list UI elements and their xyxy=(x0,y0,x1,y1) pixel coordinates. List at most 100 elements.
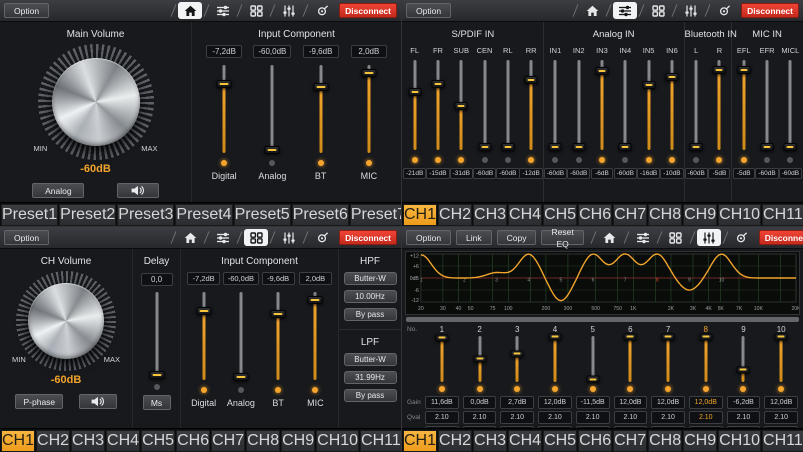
nav-mixer[interactable] xyxy=(211,229,235,246)
tab-ch5[interactable]: CH5 xyxy=(141,430,175,452)
eq-band-slider-6[interactable] xyxy=(623,336,637,382)
mixer-slider-fl[interactable] xyxy=(408,60,422,150)
slider-handle[interactable] xyxy=(233,373,248,381)
eq-qval-chip[interactable]: 2.10 xyxy=(463,411,497,424)
slider-handle[interactable] xyxy=(548,333,561,340)
tab-ch9[interactable]: CH9 xyxy=(281,430,315,452)
nav-home[interactable] xyxy=(178,229,202,246)
eq-gain-chip[interactable]: 12,0dB xyxy=(538,396,572,409)
input-slider-bt[interactable] xyxy=(314,65,328,153)
bt-value-chip[interactable]: -9,6dB xyxy=(303,45,339,58)
preset-preset1[interactable]: Preset1 xyxy=(1,204,58,226)
tab-ch5[interactable]: CH5 xyxy=(543,430,577,452)
tab-ch6[interactable]: CH6 xyxy=(578,204,612,226)
tab-ch8[interactable]: CH8 xyxy=(648,430,682,452)
slider-handle[interactable] xyxy=(473,355,486,362)
input-slider-mic[interactable] xyxy=(308,292,322,380)
option-button[interactable]: Option xyxy=(4,3,49,18)
eq-scrollbar[interactable] xyxy=(406,317,799,322)
delay-unit-button[interactable]: Ms xyxy=(143,395,171,410)
lpf-type-button[interactable]: Butter-W xyxy=(344,353,397,366)
slider-handle[interactable] xyxy=(665,73,678,81)
slider-handle[interactable] xyxy=(784,143,797,151)
mixer-slider-in4[interactable] xyxy=(618,60,632,150)
tab-ch4[interactable]: CH4 xyxy=(508,430,542,452)
slider-handle[interactable] xyxy=(408,88,421,96)
mixer-value-chip[interactable]: -60dB xyxy=(755,168,778,179)
mixer-slider-efl[interactable] xyxy=(737,60,751,150)
input-slider-bt[interactable] xyxy=(271,292,285,380)
slider-handle[interactable] xyxy=(624,333,637,340)
ch-volume-knob[interactable]: MIN MAX xyxy=(16,271,116,371)
nav-mixer[interactable] xyxy=(211,2,235,19)
tab-ch10[interactable]: CH10 xyxy=(316,430,359,452)
slider-handle[interactable] xyxy=(478,143,491,151)
lpf-freq-button[interactable]: 31.99Hz xyxy=(344,371,397,384)
nav-link[interactable] xyxy=(310,229,334,246)
eq-gain-chip[interactable]: -6,2dB xyxy=(727,396,761,409)
slider-handle[interactable] xyxy=(431,80,444,88)
eq-band-slider-9[interactable] xyxy=(736,336,750,382)
tab-ch9[interactable]: CH9 xyxy=(683,204,717,226)
tab-ch3[interactable]: CH3 xyxy=(71,430,105,452)
mic-value-chip[interactable]: 2,0dB xyxy=(351,45,387,58)
tab-ch1[interactable]: CH1 xyxy=(403,204,437,226)
slider-handle[interactable] xyxy=(149,371,164,379)
tab-ch11[interactable]: CH11 xyxy=(762,430,803,452)
tab-ch5[interactable]: CH5 xyxy=(543,204,577,226)
tab-ch4[interactable]: CH4 xyxy=(106,430,140,452)
eq-band-slider-7[interactable] xyxy=(661,336,675,382)
tab-ch2[interactable]: CH2 xyxy=(438,430,472,452)
slider-handle[interactable] xyxy=(308,296,323,304)
nav-eq[interactable] xyxy=(277,2,301,19)
eq-band-slider-10[interactable] xyxy=(774,336,788,382)
mixer-slider-r[interactable] xyxy=(712,60,726,150)
nav-grid[interactable] xyxy=(244,2,268,19)
slider-handle[interactable] xyxy=(196,307,211,315)
tab-ch4[interactable]: CH4 xyxy=(508,204,542,226)
nav-eq[interactable] xyxy=(697,229,721,246)
mixer-slider-rr[interactable] xyxy=(524,60,538,150)
slider-handle[interactable] xyxy=(265,146,280,154)
mute-button[interactable] xyxy=(79,394,117,409)
eq-qval-chip[interactable]: 2.10 xyxy=(651,411,685,424)
disconnect-button[interactable]: Disconnect xyxy=(741,3,799,18)
slider-handle[interactable] xyxy=(511,350,524,357)
preset-preset2[interactable]: Preset2 xyxy=(59,204,116,226)
mixer-value-chip[interactable]: -60dB xyxy=(685,168,708,179)
eq-band-slider-2[interactable] xyxy=(473,336,487,382)
nav-link[interactable] xyxy=(712,2,736,19)
link-button[interactable]: Link xyxy=(456,230,492,245)
option-button[interactable]: Option xyxy=(406,230,451,245)
eq-band-slider-8[interactable] xyxy=(699,336,713,382)
eq-qval-chip[interactable]: 2.10 xyxy=(764,411,798,424)
nav-link[interactable] xyxy=(310,2,334,19)
input-slider-digital[interactable] xyxy=(217,65,231,153)
eq-gain-chip[interactable]: 11,6dB xyxy=(425,396,459,409)
preset-preset5[interactable]: Preset5 xyxy=(234,204,291,226)
mixer-slider-rl[interactable] xyxy=(501,60,515,150)
eq-graph[interactable]: 20304050751002003005007501K2K3K4K5K7K10K… xyxy=(405,251,800,315)
slider-handle[interactable] xyxy=(662,333,675,340)
preset-preset4[interactable]: Preset4 xyxy=(175,204,232,226)
tab-ch3[interactable]: CH3 xyxy=(473,430,507,452)
slider-handle[interactable] xyxy=(549,143,562,151)
eq-gain-chip[interactable]: 12,0dB xyxy=(651,396,685,409)
eq-qval-chip[interactable]: 2.10 xyxy=(614,411,648,424)
mixer-slider-in5[interactable] xyxy=(642,60,656,150)
nav-eq[interactable] xyxy=(277,229,301,246)
delay-slider[interactable] xyxy=(150,292,164,378)
eq-gain-chip[interactable]: 12,0dB xyxy=(689,396,723,409)
tab-ch7[interactable]: CH7 xyxy=(613,204,647,226)
mixer-value-chip[interactable]: -16dB xyxy=(637,168,660,179)
analog-value-chip[interactable]: -60,0dB xyxy=(253,45,291,58)
slider-handle[interactable] xyxy=(642,81,655,89)
preset-preset7[interactable]: Preset7 xyxy=(350,204,401,226)
mixer-value-chip[interactable]: -60dB xyxy=(779,168,802,179)
eq-gain-chip[interactable]: 12,0dB xyxy=(614,396,648,409)
eq-gain-chip[interactable]: 2,7dB xyxy=(500,396,534,409)
slider-handle[interactable] xyxy=(737,66,750,74)
mixer-slider-cen[interactable] xyxy=(478,60,492,150)
mixer-slider-fr[interactable] xyxy=(431,60,445,150)
eq-qval-chip[interactable]: 2.10 xyxy=(425,411,459,424)
